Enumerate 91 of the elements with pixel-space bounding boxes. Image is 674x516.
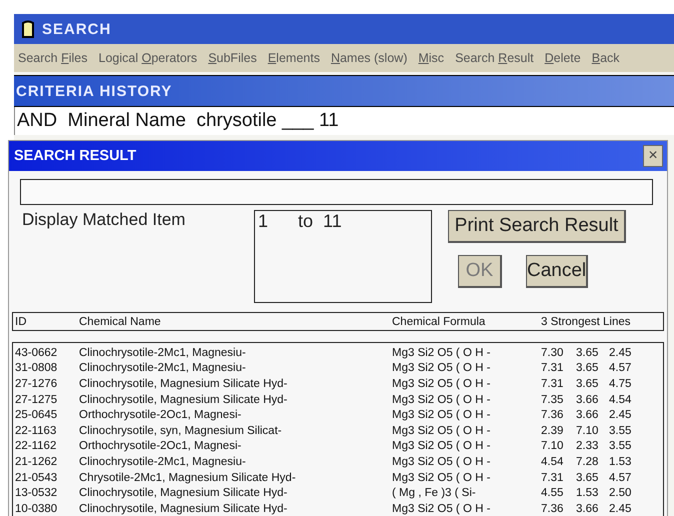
menu-item[interactable]: Misc <box>418 51 444 65</box>
table-cell-text: 7.35 <box>540 394 564 406</box>
table-cell-text: 2.45 <box>608 409 632 422</box>
table-cell-text: 4.54 <box>608 394 632 406</box>
table-cell-text: Orthochrysotile-2Oc1, Magnesi- <box>78 440 242 452</box>
table-cell-text: 3.66 <box>575 502 600 515</box>
table-cell-text: Clinochrysotile-2Mc1, Magnesiu- <box>78 346 247 359</box>
range-box[interactable]: 1 to 11 <box>254 210 432 303</box>
table-cell-text: Mg3 Si2 O5 ( O H - <box>391 456 492 468</box>
table-cell-text: 7.31 <box>540 378 564 390</box>
table-cell-text: Mg3 Si2 O5 ( O H - <box>391 362 492 374</box>
table-cell-text: 10-0380 <box>14 502 58 515</box>
menu-item[interactable]: Names (slow) <box>330 51 408 65</box>
table-cell-text: Mg3 Si2 O5 ( O H - <box>391 502 492 515</box>
table-cell-text: Mg3 Si2 O5 ( O H - <box>391 424 492 437</box>
table-cell-text: 27-1275 <box>14 394 58 406</box>
table-cell-text: 3.66 <box>575 409 600 422</box>
menu-item[interactable]: Logical Operators <box>98 51 198 65</box>
cancel-button[interactable]: Cancel <box>526 255 588 288</box>
table-cell-text: Chrysotile-2Mc1, Magnesium Silicate Hyd- <box>78 472 297 484</box>
table-cell-text: 4.57 <box>608 362 632 374</box>
print-button[interactable]: Print Search Result <box>448 210 626 243</box>
table-cell-text: 7.31 <box>540 362 564 374</box>
table-cell-text: 1.53 <box>608 456 632 468</box>
table-cell-text: Mg3 Si2 O5 ( O H - <box>391 472 492 484</box>
section-title: CRITERIA HISTORY <box>16 82 172 100</box>
table-cell-text: Clinochrysotile-2Mc1, Magnesiu- <box>78 456 247 468</box>
table-cell-text: Mg3 Si2 O5 ( O H - <box>391 440 492 452</box>
table-cell-text: 4.54 <box>540 456 564 468</box>
table-cell-text: Clinochrysotile, Magnesium Silicate Hyd- <box>78 394 288 406</box>
menu-item[interactable]: Elements <box>268 51 320 65</box>
column-header: 3 Strongest Lines <box>540 316 632 328</box>
close-button[interactable]: × <box>643 145 663 167</box>
table-cell-text: 7.31 <box>540 472 564 484</box>
document-icon <box>22 20 34 38</box>
range-text: 1 to 11 <box>257 211 343 232</box>
table-cell-text: 4.55 <box>540 487 564 500</box>
table-cell-text: 7.36 <box>540 502 564 515</box>
table-cell-text: Clinochrysotile, Magnesium Silicate Hyd- <box>78 378 288 390</box>
table-cell-text: 13-0532 <box>14 487 58 500</box>
column-header: Chemical Name <box>78 316 162 328</box>
menu-item[interactable]: Delete <box>544 51 581 65</box>
table-cell-text: Clinochrysotile, syn, Magnesium Silicat- <box>78 424 283 437</box>
table-cell-text: 22-1163 <box>14 424 58 437</box>
table-cell-text: 22-1162 <box>14 440 58 452</box>
table-cell-text: Orthochrysotile-2Oc1, Magnesi- <box>78 409 242 422</box>
menu-item[interactable]: SubFiles <box>208 51 257 65</box>
table-cell-text: Clinochrysotile, Magnesium Silicate Hyd- <box>78 487 288 500</box>
table-cell-text: 7.28 <box>575 456 600 468</box>
column-header: Chemical Formula <box>391 316 486 328</box>
table-cell-text: Clinochrysotile, Magnesium Silicate Hyd- <box>78 502 288 515</box>
table-cell-text: 21-0543 <box>14 472 58 484</box>
table-cell-text: 3.55 <box>608 440 632 452</box>
display-label: Display Matched Item <box>22 210 186 231</box>
table-cell-text: 7.30 <box>540 346 564 359</box>
window-title: SEARCH <box>42 20 112 38</box>
table-cell-text: Mg3 Si2 O5 ( O H - <box>391 394 492 406</box>
table-cell-text: Mg3 Si2 O5 ( O H - <box>391 346 492 359</box>
table-cell-text: 3.65 <box>575 378 600 390</box>
table-cell-text: Clinochrysotile-2Mc1, Magnesiu- <box>78 362 247 374</box>
menu-item[interactable]: Search Result <box>455 51 534 65</box>
table-cell-text: 43-0662 <box>14 346 58 359</box>
menu-item[interactable]: Back <box>592 51 620 65</box>
table-cell-text: ( Mg , Fe )3 ( Si- <box>391 487 477 500</box>
criteria-entry: AND Mineral Name chrysotile ___ 11 <box>14 107 674 135</box>
menu-item[interactable]: Search Files <box>18 51 88 65</box>
table-cell-text: Mg3 Si2 O5 ( O H - <box>391 378 492 390</box>
table-cell-text: 31-0808 <box>14 362 58 374</box>
input-field[interactable] <box>20 179 653 205</box>
table-cell-text: 2.39 <box>540 424 564 437</box>
table-cell-text: 4.75 <box>608 378 632 390</box>
table-cell-text: 27-1276 <box>14 378 58 390</box>
table-cell-text: 7.36 <box>540 409 564 422</box>
table-cell-text: 1.53 <box>575 487 600 500</box>
table-cell-text: 4.57 <box>608 472 632 484</box>
table-cell-text: 7.10 <box>575 424 600 437</box>
table-cell-text: 2.45 <box>608 502 632 515</box>
table-cell-text: 2.33 <box>575 440 600 452</box>
dialog-title: SEARCH RESULT <box>14 148 136 164</box>
table-cell-text: 3.66 <box>575 394 600 406</box>
table-cell-text: 25-0645 <box>14 409 58 422</box>
table-cell-text: 3.65 <box>575 362 600 374</box>
table-cell-text: 3.65 <box>575 346 600 359</box>
table-cell-text: 2.45 <box>608 346 632 359</box>
table-cell-text: 21-1262 <box>14 456 58 468</box>
table-cell-text: 3.55 <box>608 424 632 437</box>
table-cell-text: Mg3 Si2 O5 ( O H - <box>391 409 492 422</box>
column-header: ID <box>14 316 28 328</box>
table-cell-text: 3.65 <box>575 472 600 484</box>
table-cell-text: 7.10 <box>540 440 564 452</box>
table-cell-text: 2.50 <box>608 487 632 500</box>
